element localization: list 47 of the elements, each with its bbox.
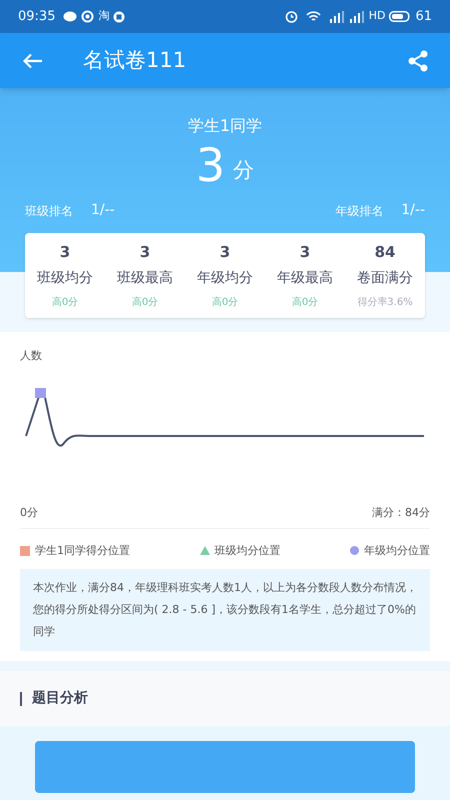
- legend-label: 年级均分位置: [364, 542, 430, 558]
- battery-icon: [389, 11, 412, 22]
- axis-start-label: 0分: [20, 505, 38, 521]
- stat-value: 3: [140, 242, 150, 263]
- stat-label: 年级均分: [197, 268, 253, 288]
- rank-label: 班级排名: [25, 202, 73, 220]
- signal-icon: [328, 10, 345, 22]
- back-arrow-icon: [23, 52, 43, 68]
- status-time: 09:35: [18, 8, 56, 26]
- battery-level: 61: [415, 8, 432, 26]
- wifi-icon: [306, 10, 321, 22]
- axis-label: 人数: [20, 349, 42, 362]
- stat-value: 84: [374, 242, 396, 263]
- score-unit: 分: [233, 156, 254, 184]
- stat-note: 高0分: [292, 296, 318, 310]
- stat-value: 3: [220, 242, 230, 263]
- summary-text: 本次作业，满分84，年级理科班实考人数1人，以上为各分数段人数分布情况，您的得分所处得分区间为( 2.8 - 5.6 ]，该分数段有1名学生，总分超过了0%的同学: [33, 580, 417, 640]
- stat-value: 3: [300, 242, 310, 263]
- stat-value: 3: [60, 242, 70, 263]
- app-icon: [113, 10, 126, 22]
- network-label: HD: [368, 8, 386, 24]
- stat-note: 得分率3.6%: [357, 296, 413, 310]
- legend-label: 班级均分位置: [214, 542, 280, 558]
- stat-label: 卷面满分: [357, 268, 413, 288]
- ring-icon: [81, 10, 94, 23]
- signal-icon: [348, 10, 365, 22]
- alarm-icon: [284, 10, 298, 23]
- rank-value: 1/--: [401, 201, 425, 220]
- share-button[interactable]: [406, 48, 430, 72]
- axis-end-label: 满分：84分: [372, 505, 430, 521]
- stat-note: 高0分: [212, 296, 238, 310]
- share-icon: [408, 50, 428, 72]
- stat-note: 高0分: [52, 296, 78, 310]
- stat-label: 年级最高: [277, 268, 333, 288]
- total-score: 3: [196, 142, 226, 188]
- rank-label: 年级排名: [335, 202, 384, 220]
- stat-label: 班级均分: [37, 268, 93, 288]
- chat-icon: [63, 10, 78, 22]
- stat-label: 班级最高: [117, 268, 173, 288]
- app-glyph-icon: 淘: [98, 8, 110, 25]
- section-marker-icon: [20, 692, 22, 706]
- legend-label: 学生1同学得分位置: [35, 542, 130, 558]
- stat-note: 高0分: [132, 296, 158, 310]
- section-title: 题目分析: [32, 689, 88, 708]
- rank-value: 1/--: [91, 201, 115, 220]
- page-title: 名试卷111: [83, 46, 186, 74]
- student-name: 学生1同学: [188, 115, 262, 137]
